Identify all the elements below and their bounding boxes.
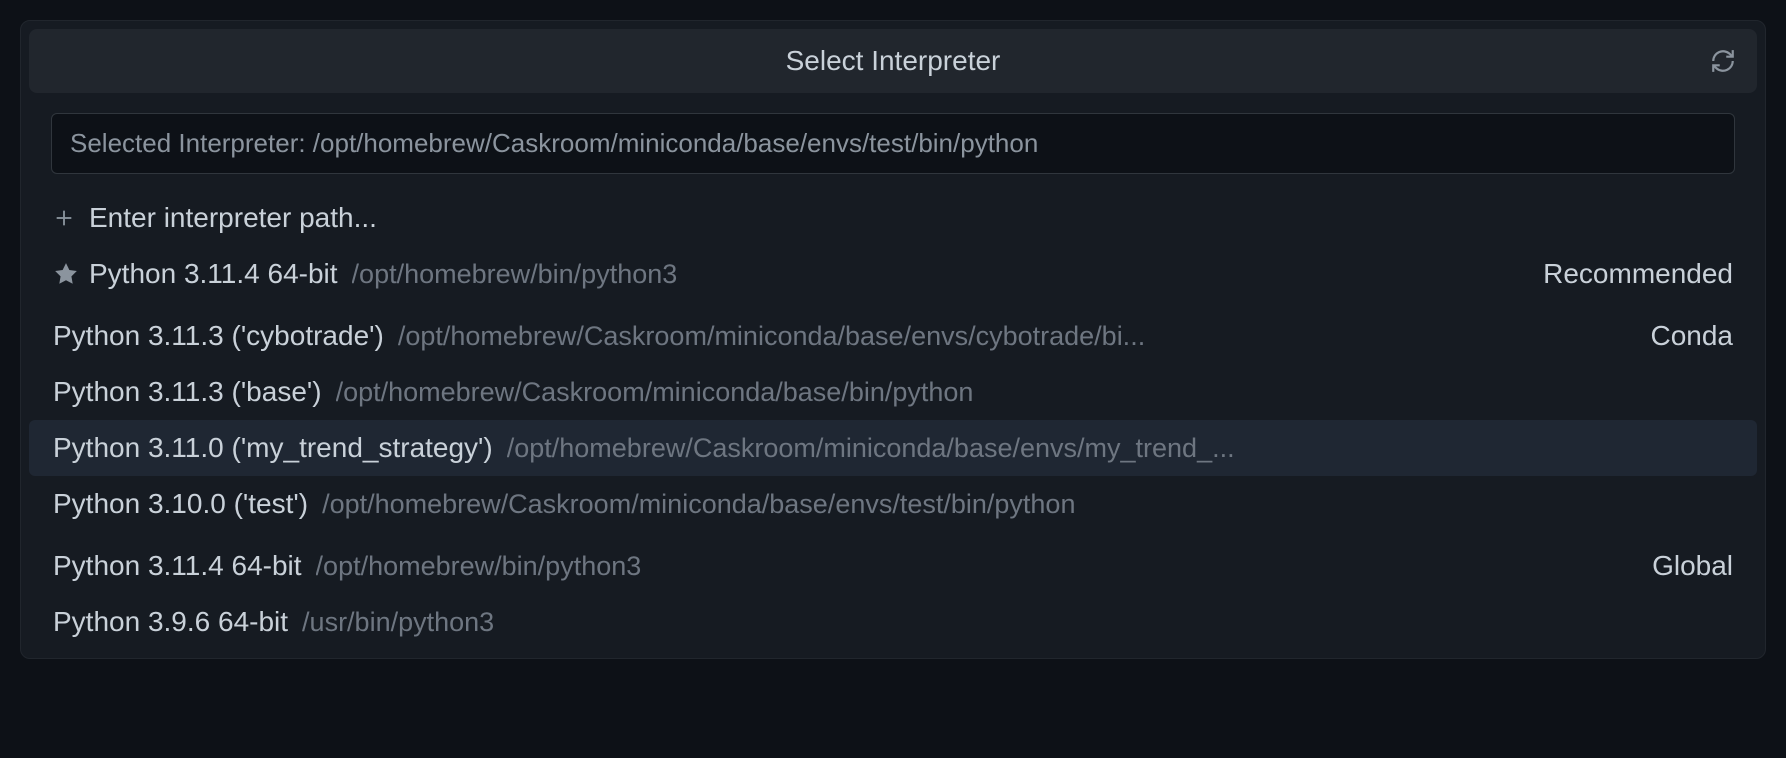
conda-interpreter-item[interactable]: Python 3.10.0 ('test') /opt/homebrew/Cas…: [29, 476, 1757, 532]
recommended-badge: Recommended: [1523, 258, 1733, 290]
refresh-icon[interactable]: [1709, 47, 1737, 75]
interpreter-path: /opt/homebrew/Caskroom/miniconda/base/en…: [398, 321, 1631, 352]
conda-interpreter-item[interactable]: Python 3.11.3 ('cybotrade') /opt/homebre…: [29, 308, 1757, 364]
interpreter-path: /opt/homebrew/bin/python3: [352, 259, 1524, 290]
interpreter-path: /opt/homebrew/Caskroom/miniconda/base/bi…: [336, 377, 1733, 408]
interpreter-label: Python 3.10.0 ('test'): [53, 488, 308, 520]
plus-icon: [53, 207, 89, 229]
enter-interpreter-path-item[interactable]: Enter interpreter path...: [29, 190, 1757, 246]
global-badge: Global: [1632, 550, 1733, 582]
global-interpreter-item[interactable]: Python 3.11.4 64-bit /opt/homebrew/bin/p…: [29, 538, 1757, 594]
interpreter-list: Enter interpreter path... Python 3.11.4 …: [21, 190, 1765, 658]
interpreter-label: Python 3.11.0 ('my_trend_strategy'): [53, 432, 493, 464]
interpreter-path: /opt/homebrew/bin/python3: [316, 551, 1633, 582]
interpreter-path: /usr/bin/python3: [302, 607, 1733, 638]
conda-interpreter-item[interactable]: Python 3.11.3 ('base') /opt/homebrew/Cas…: [29, 364, 1757, 420]
picker-title: Select Interpreter: [786, 45, 1001, 77]
search-input[interactable]: Selected Interpreter: /opt/homebrew/Cask…: [51, 113, 1735, 174]
search-placeholder-text: Selected Interpreter: /opt/homebrew/Cask…: [70, 128, 1038, 158]
interpreter-label: Python 3.9.6 64-bit: [53, 606, 288, 638]
global-interpreter-item[interactable]: Python 3.9.6 64-bit /usr/bin/python3: [29, 594, 1757, 650]
star-icon: [53, 261, 89, 287]
interpreter-picker: Select Interpreter Selected Interpreter:…: [20, 20, 1766, 659]
interpreter-label: Python 3.11.3 ('base'): [53, 376, 322, 408]
interpreter-path: /opt/homebrew/Caskroom/miniconda/base/en…: [322, 489, 1733, 520]
picker-header: Select Interpreter: [29, 29, 1757, 93]
interpreter-path: /opt/homebrew/Caskroom/miniconda/base/en…: [507, 433, 1733, 464]
interpreter-label: Python 3.11.3 ('cybotrade'): [53, 320, 384, 352]
recommended-interpreter-item[interactable]: Python 3.11.4 64-bit /opt/homebrew/bin/p…: [29, 246, 1757, 302]
conda-badge: Conda: [1630, 320, 1733, 352]
conda-interpreter-item-highlighted[interactable]: Python 3.11.0 ('my_trend_strategy') /opt…: [29, 420, 1757, 476]
enter-path-label: Enter interpreter path...: [89, 202, 377, 234]
interpreter-label: Python 3.11.4 64-bit: [53, 550, 302, 582]
interpreter-label: Python 3.11.4 64-bit: [89, 258, 338, 290]
